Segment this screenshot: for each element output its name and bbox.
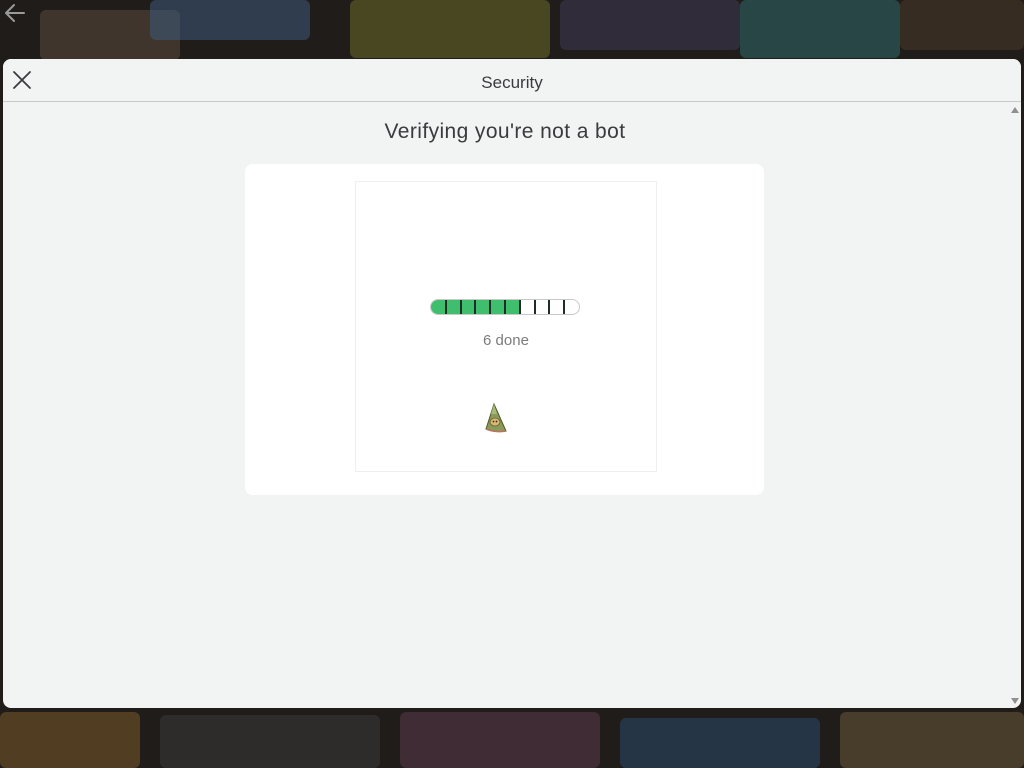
background-tile: [840, 712, 1024, 768]
background-tile: [740, 0, 900, 58]
dialog-title: Security: [481, 73, 543, 92]
progress-segment-divider: [518, 300, 521, 314]
progress-segment-divider: [533, 300, 536, 314]
progress-segment-divider: [563, 300, 566, 314]
cone-puzzle-piece-icon[interactable]: [482, 402, 508, 434]
dialog-header: Security: [3, 59, 1021, 102]
security-dialog: Security Verifying you're not a bot 6 do…: [3, 59, 1021, 708]
back-arrow-icon[interactable]: [2, 2, 28, 24]
background-tile: [400, 712, 600, 768]
progress-bar: [430, 299, 580, 315]
dialog-scrollbar[interactable]: [1009, 102, 1021, 708]
background-tile: [560, 0, 740, 50]
progress-segment-divider: [474, 300, 477, 314]
progress-segment-divider: [548, 300, 551, 314]
background-tile: [900, 0, 1024, 50]
progress-segment-divider: [459, 300, 462, 314]
background-tile: [150, 0, 310, 40]
challenge-frame: 6 done: [355, 181, 657, 472]
background-tile: [350, 0, 550, 58]
progress-segment-divider: [444, 300, 447, 314]
challenge-heading: Verifying you're not a bot: [384, 120, 626, 143]
progress-segment-divider: [504, 300, 506, 314]
challenge-card: 6 done: [245, 164, 764, 495]
scroll-down-arrow-icon[interactable]: [1011, 698, 1019, 704]
progress-segment-divider: [489, 300, 492, 314]
background-tile: [620, 718, 820, 768]
scroll-up-arrow-icon[interactable]: [1011, 107, 1019, 113]
background-tile: [160, 715, 380, 768]
background-tile: [0, 712, 140, 768]
progress-status-text: 6 done: [483, 332, 529, 349]
